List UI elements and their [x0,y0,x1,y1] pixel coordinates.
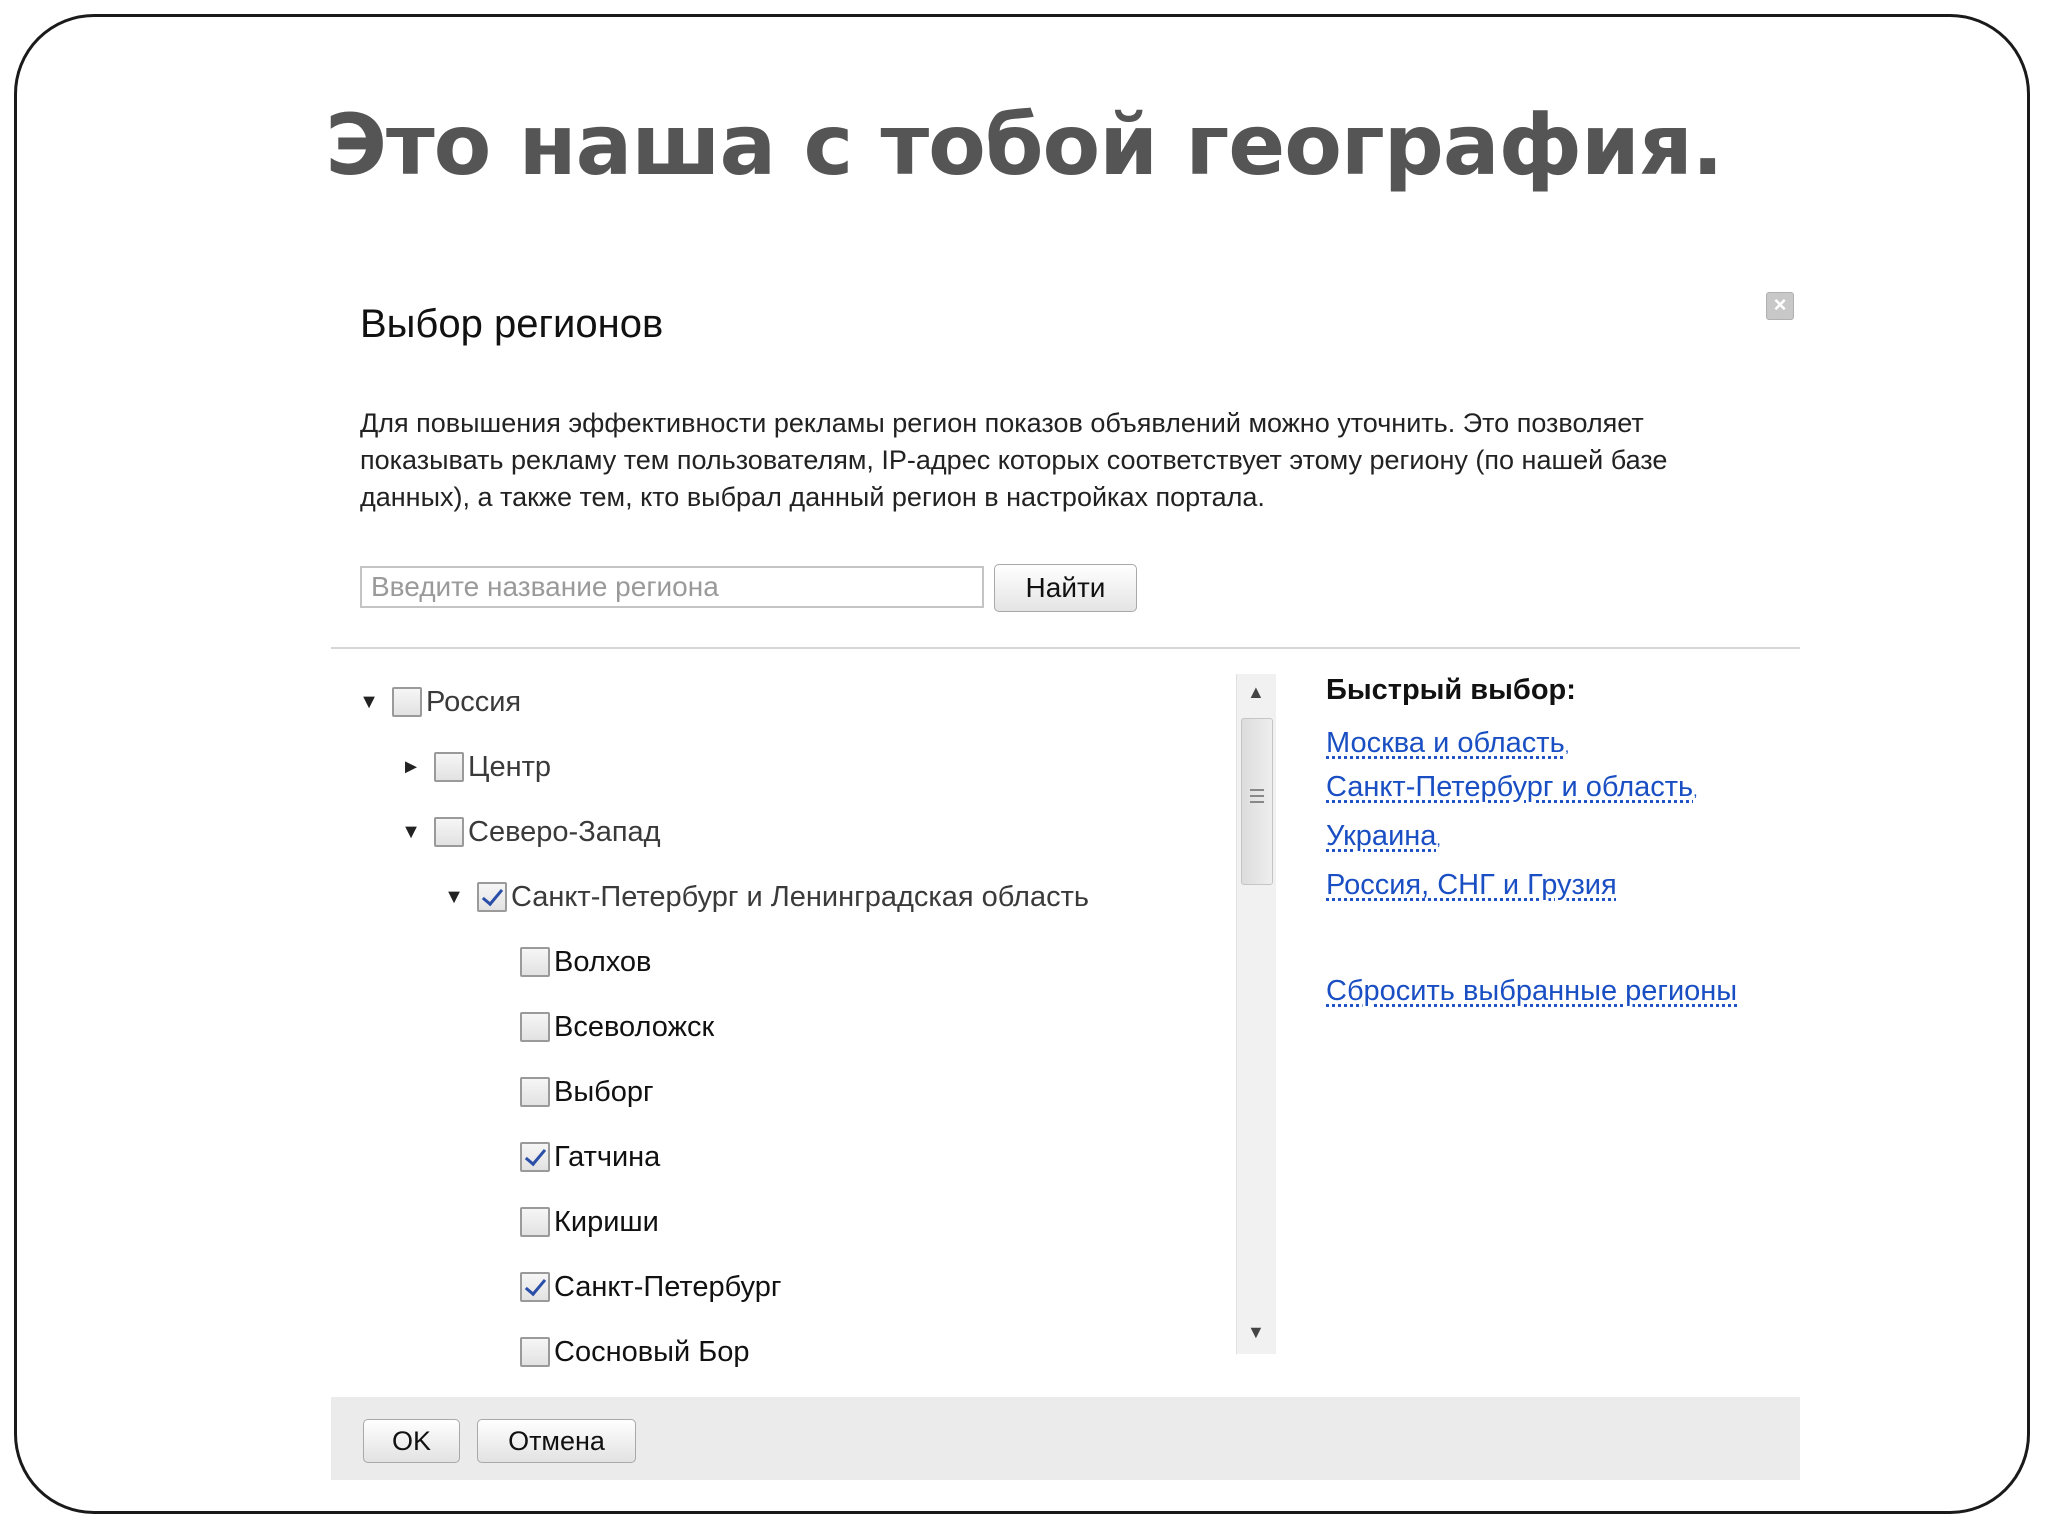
triangle-right-icon[interactable]: ► [400,756,422,779]
triangle-down-icon[interactable]: ▼ [358,691,380,714]
checkbox-kirishi[interactable] [520,1207,550,1237]
tree-node-kirishi[interactable]: Кириши [486,1202,659,1242]
region-dialog: Выбор регионов × Для повышения эффективн… [330,280,1800,1480]
quick-link-row: Украина, [1326,814,1698,863]
tree-node-spb[interactable]: Санкт-Петербург [486,1267,781,1307]
tree-node-label: Санкт-Петербург и Ленинградская область [511,880,1089,913]
tree-scrollbar[interactable]: ▲ ▼ [1236,674,1276,1354]
tree-node-label: Центр [468,750,552,783]
checkbox-spb[interactable] [520,1272,550,1302]
region-search-input[interactable] [360,566,984,608]
tree-node-label: Сосновый Бор [554,1335,750,1368]
quick-link-spb[interactable]: Санкт-Петербург и область [1326,771,1693,803]
reset-regions-link[interactable]: Сбросить выбранные регионы [1326,975,1737,1008]
checkbox-northwest[interactable] [434,817,464,847]
checkbox-vsevolozhsk[interactable] [520,1012,550,1042]
scrollbar-thumb[interactable] [1241,718,1273,885]
dialog-title: Выбор регионов [360,302,664,346]
triangle-down-icon[interactable]: ▼ [400,821,422,844]
find-button[interactable]: Найти [994,564,1137,612]
quick-select-panel: Быстрый выбор: Москва и область, Санкт-П… [1326,674,1698,912]
tree-node-vyborg[interactable]: Выборг [486,1072,654,1112]
tree-node-label: Волхов [554,945,652,978]
checkbox-gatchina[interactable] [520,1142,550,1172]
slide-title: Это наша с тобой география. [325,96,1723,194]
divider [331,647,1800,649]
tree-node-sosnovy-bor[interactable]: Сосновый Бор [486,1332,750,1372]
tree-node-label: Гатчина [554,1140,661,1173]
checkbox-vyborg[interactable] [520,1077,550,1107]
quick-link-row: Москва и область, [1326,721,1698,765]
close-icon[interactable]: × [1766,292,1794,320]
tree-node-label: Выборг [554,1075,654,1108]
quick-link-row: Санкт-Петербург и область, [1326,765,1698,814]
checkbox-center[interactable] [434,752,464,782]
tree-node-volkhov[interactable]: Волхов [486,942,651,982]
tree-node-label: Всеволожск [554,1010,715,1043]
quick-link-moscow[interactable]: Москва и область [1326,727,1565,759]
quick-link-row: Россия, СНГ и Грузия [1326,863,1698,912]
tree-node-spb-region[interactable]: ▼ Санкт-Петербург и Ленинградская област… [443,877,1089,917]
separator: , [1693,783,1698,800]
checkbox-volkhov[interactable] [520,947,550,977]
ok-button[interactable]: OK [363,1419,460,1463]
cancel-button[interactable]: Отмена [477,1419,636,1463]
quick-select-title: Быстрый выбор: [1326,674,1576,706]
triangle-down-icon[interactable]: ▼ [443,886,465,909]
tree-node-label: Северо-Запад [468,815,661,848]
tree-node-gatchina[interactable]: Гатчина [486,1137,660,1177]
grip-icon [1250,789,1264,807]
checkbox-spb-region[interactable] [477,882,507,912]
checkbox-sosnovy-bor[interactable] [520,1337,550,1367]
quick-link-russia-cis[interactable]: Россия, СНГ и Грузия [1326,869,1617,901]
dialog-footer: OK Отмена [331,1397,1800,1480]
tree-node-northwest[interactable]: ▼ Северо-Запад [400,812,661,852]
tree-node-label: Санкт-Петербург [554,1270,782,1303]
arrow-down-icon[interactable]: ▼ [1247,1322,1265,1343]
tree-node-center[interactable]: ► Центр [400,747,551,787]
dialog-description: Для повышения эффективности рекламы реги… [360,408,1668,512]
checkbox-russia[interactable] [392,687,422,717]
arrow-up-icon[interactable]: ▲ [1247,682,1265,703]
tree-node-label: Кириши [554,1205,659,1238]
separator: , [1564,739,1570,756]
quick-link-ukraine[interactable]: Украина [1326,820,1436,852]
tree-node-russia[interactable]: ▼ Россия [358,682,521,722]
tree-node-vsevolozhsk[interactable]: Всеволожск [486,1007,714,1047]
separator: , [1436,832,1441,849]
tree-node-label: Россия [426,685,522,718]
